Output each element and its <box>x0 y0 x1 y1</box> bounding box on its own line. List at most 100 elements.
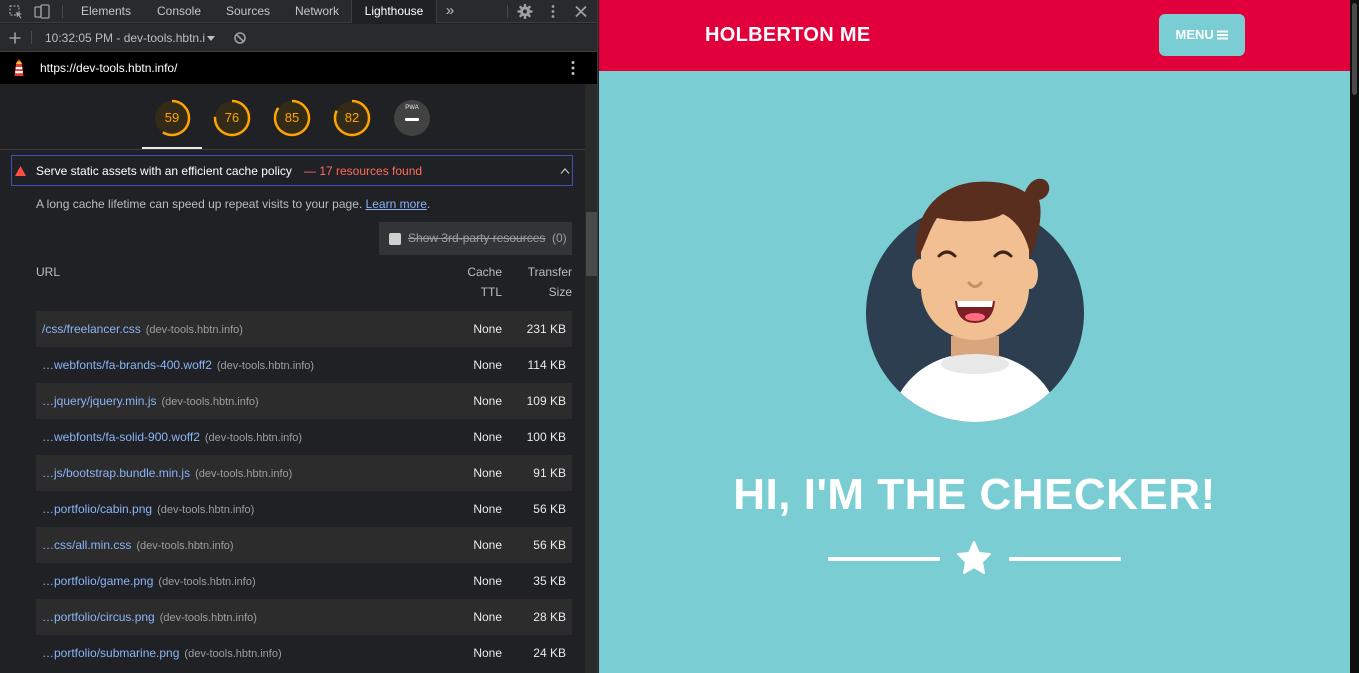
report-url: https://dev-tools.hbtn.info/ <box>40 61 178 75</box>
kebab-menu-icon[interactable] <box>544 3 562 20</box>
inspect-element-icon[interactable] <box>7 3 25 20</box>
audit-title: Serve static assets with an efficient ca… <box>36 164 292 178</box>
column-header-ttl: TTL <box>480 285 502 299</box>
resource-host: (dev-tools.hbtn.info) <box>158 576 256 588</box>
score-gauge-best-practices[interactable]: 85 <box>272 98 312 138</box>
audit-description: A long cache lifetime can speed up repea… <box>36 197 430 211</box>
table-row: …portfolio/game.png (dev-tools.hbtn.info)… <box>36 563 572 599</box>
resource-host: (dev-tools.hbtn.info) <box>161 396 259 408</box>
devtools-panel: Elements Console Sources Network Lightho… <box>0 0 598 673</box>
resource-host: (dev-tools.hbtn.info) <box>204 432 303 444</box>
lighthouse-toolbar: 10:32:05 PM - dev-tools.hbtn.i <box>0 24 597 52</box>
column-header-cache-ttl: Cache TTL <box>454 262 502 302</box>
table-row: …webfonts/fa-brands-400.woff2 (dev-tools.… <box>36 347 572 383</box>
navbar: HOLBERTON ME MENU <box>599 0 1350 71</box>
table-row: /css/freelancer.css (dev-tools.hbtn.info)… <box>36 311 572 347</box>
transfer-size-cell: 109 KB <box>526 394 566 408</box>
website-viewport: HOLBERTON ME MENU HI, I'M THE CHECKER! <box>599 0 1350 673</box>
page-scrollbar-thumb[interactable] <box>1352 3 1357 95</box>
resource-url-link[interactable]: …portfolio/cabin.png <box>42 502 152 516</box>
resource-host: (dev-tools.hbtn.info) <box>145 324 243 336</box>
category-scores: 59 76 85 82 <box>0 84 585 150</box>
pwa-badge[interactable]: PWA <box>394 100 430 136</box>
hamburger-icon <box>1217 30 1229 40</box>
resource-url-link[interactable]: …js/bootstrap.bundle.min.js <box>42 466 190 480</box>
page-scrollbar-track[interactable] <box>1350 0 1359 673</box>
tab-lighthouse[interactable]: Lighthouse <box>351 0 437 23</box>
transfer-size-cell: 56 KB <box>533 538 566 552</box>
brand-link[interactable]: HOLBERTON ME <box>705 24 870 47</box>
audit-header-cache-policy[interactable]: Serve static assets with an efficient ca… <box>11 155 573 186</box>
transfer-size-cell: 28 KB <box>533 610 566 624</box>
transfer-size-cell: 100 KB <box>526 430 566 444</box>
resource-url-link[interactable]: /css/freelancer.css <box>42 322 141 336</box>
resource-host: (dev-tools.hbtn.info) <box>157 504 255 516</box>
third-party-label: Show 3rd-party resources <box>408 231 546 245</box>
transfer-size-cell: 231 KB <box>526 322 566 336</box>
resource-url-link[interactable]: …webfonts/fa-brands-400.woff2 <box>42 358 212 372</box>
score-value: 76 <box>224 110 240 125</box>
chevron-up-icon[interactable] <box>560 167 570 175</box>
avatar-illustration <box>866 178 1084 422</box>
transfer-size-cell: 24 KB <box>533 646 566 660</box>
star-divider <box>828 541 1121 574</box>
cache-ttl-cell: None <box>473 466 502 480</box>
cache-ttl-cell: None <box>473 394 502 408</box>
column-header-transfer: Transfer <box>527 265 572 279</box>
resource-host: (dev-tools.hbtn.info) <box>159 612 257 624</box>
audit-description-text: A long cache lifetime can speed up repea… <box>36 197 363 211</box>
table-row: …portfolio/circus.png (dev-tools.hbtn.inf… <box>36 599 572 635</box>
cache-ttl-cell: None <box>473 430 502 444</box>
close-icon[interactable] <box>572 3 590 20</box>
column-header-cache: Cache <box>467 265 502 279</box>
resource-url-link[interactable]: …jquery/jquery.min.js <box>42 394 156 408</box>
cache-ttl-cell: None <box>473 322 502 336</box>
score-gauge-accessibility[interactable]: 76 <box>212 98 252 138</box>
resource-url-link[interactable]: …webfonts/fa-solid-900.woff2 <box>42 430 200 444</box>
report-url-bar: https://dev-tools.hbtn.info/ <box>0 52 597 84</box>
chevron-down-icon <box>207 36 215 41</box>
tab-console[interactable]: Console <box>148 0 210 23</box>
cache-ttl-cell: None <box>473 538 502 552</box>
third-party-filter[interactable]: Show 3rd-party resources (0) <box>379 222 572 255</box>
learn-more-link[interactable]: Learn more <box>366 197 427 211</box>
menu-button[interactable]: MENU <box>1159 14 1245 56</box>
device-toolbar-icon[interactable] <box>33 3 51 20</box>
report-menu-icon[interactable] <box>566 60 580 76</box>
transfer-size-cell: 35 KB <box>533 574 566 588</box>
resource-url-link[interactable]: …portfolio/circus.png <box>42 610 155 624</box>
third-party-count: (0) <box>552 231 567 245</box>
score-gauge-seo[interactable]: 82 <box>332 98 372 138</box>
warning-triangle-icon <box>15 166 26 176</box>
description-end: . <box>426 197 431 211</box>
transfer-size-cell: 91 KB <box>533 466 566 480</box>
third-party-checkbox[interactable] <box>389 233 401 245</box>
report-scrollbar-track[interactable] <box>585 84 597 673</box>
table-row: …jquery/jquery.min.js (dev-tools.hbtn.inf… <box>36 383 572 419</box>
tab-sources[interactable]: Sources <box>216 0 280 23</box>
tab-elements[interactable]: Elements <box>70 0 142 23</box>
resource-url-link[interactable]: …portfolio/game.png <box>42 574 153 588</box>
cache-ttl-cell: None <box>473 574 502 588</box>
score-value: 59 <box>164 110 180 125</box>
clear-block-icon[interactable] <box>233 31 247 45</box>
table-row: …portfolio/submarine.png (dev-tools.hbtn.… <box>36 635 572 671</box>
audit-found-count: — 17 resources found <box>304 164 423 178</box>
report-scrollbar-thumb[interactable] <box>586 212 597 276</box>
active-category-indicator <box>142 147 202 149</box>
report-selector[interactable]: 10:32:05 PM - dev-tools.hbtn.i <box>37 27 217 49</box>
column-header-size: Size <box>548 285 572 299</box>
cache-ttl-cell: None <box>473 646 502 660</box>
resource-url-link[interactable]: …portfolio/submarine.png <box>42 646 179 660</box>
resource-host: (dev-tools.hbtn.info) <box>184 648 282 660</box>
tab-network[interactable]: Network <box>286 0 348 23</box>
score-gauge-performance[interactable]: 59 <box>152 98 192 138</box>
settings-gear-icon[interactable] <box>516 3 534 20</box>
transfer-size-cell: 56 KB <box>533 502 566 516</box>
cache-ttl-cell: None <box>473 610 502 624</box>
menu-label: MENU <box>1175 27 1214 42</box>
new-report-plus-icon[interactable] <box>8 31 22 45</box>
resource-url-link[interactable]: …css/all.min.css <box>42 538 131 552</box>
cache-ttl-cell: None <box>473 358 502 372</box>
more-tabs-icon[interactable]: » <box>440 0 460 23</box>
